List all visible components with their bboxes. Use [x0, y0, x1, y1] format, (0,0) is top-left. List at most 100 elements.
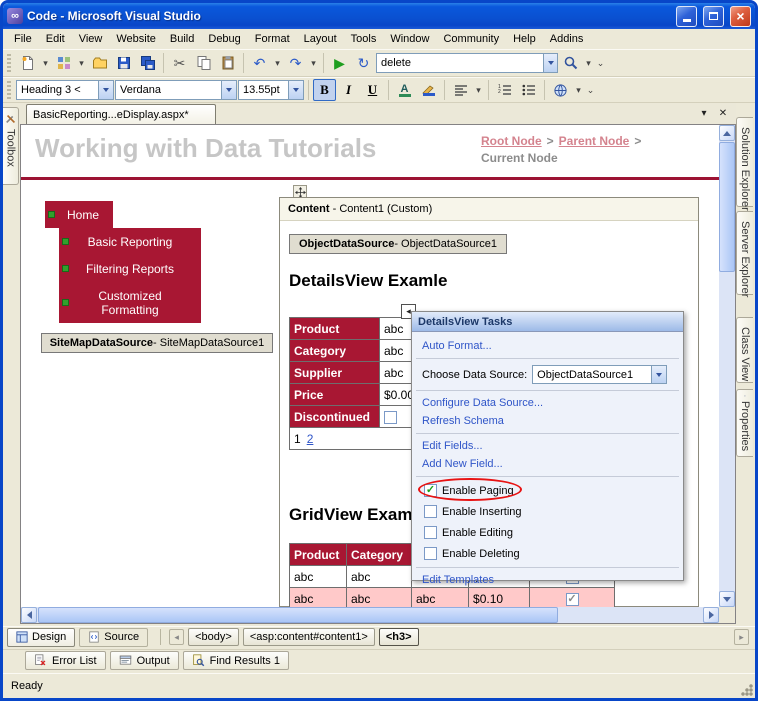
block-format-combo[interactable]: Heading 3 <: [16, 80, 114, 100]
breadcrumb-parent-link[interactable]: Parent Node: [559, 134, 630, 148]
choose-data-source-combo[interactable]: ObjectDataSource1: [532, 365, 668, 384]
sitemap-datasource-control[interactable]: SiteMapDataSource - SiteMapDataSource1: [41, 333, 273, 353]
nav-menu-item-customized-formatting[interactable]: Customized Formatting: [59, 282, 201, 323]
menu-edit[interactable]: Edit: [39, 31, 72, 47]
start-debug-button[interactable]: ▶: [328, 52, 351, 74]
vertical-scroll-thumb[interactable]: [719, 142, 735, 272]
copy-button[interactable]: [192, 52, 215, 74]
undo-button[interactable]: ↶: [248, 52, 271, 74]
menu-file[interactable]: File: [7, 31, 39, 47]
discontinued-checkbox[interactable]: [384, 410, 397, 424]
block-format-dropdown[interactable]: [98, 81, 113, 99]
enable-inserting-checkbox[interactable]: [424, 505, 437, 518]
design-view-button[interactable]: Design: [7, 627, 76, 647]
configure-data-source-link[interactable]: Configure Data Source...: [422, 397, 543, 409]
undo-dropdown[interactable]: ▾: [272, 52, 283, 74]
document-list-button[interactable]: ▾: [696, 105, 712, 121]
new-file-dropdown[interactable]: ▾: [40, 52, 51, 74]
toolbar-overflow[interactable]: ⌄: [595, 52, 606, 74]
enable-editing-checkbox[interactable]: [424, 526, 437, 539]
toolbar-overflow[interactable]: ⌄: [585, 79, 596, 101]
scroll-down-button[interactable]: [719, 591, 735, 607]
menu-view[interactable]: View: [72, 31, 110, 47]
menu-website[interactable]: Website: [109, 31, 163, 47]
redo-dropdown[interactable]: ▾: [308, 52, 319, 74]
font-size-combo[interactable]: 13.55pt: [238, 80, 304, 100]
close-button[interactable]: ×: [730, 5, 751, 27]
tag-scroll-left-button[interactable]: ◂: [169, 629, 185, 645]
minimize-button[interactable]: [676, 5, 697, 27]
maximize-button[interactable]: [703, 5, 724, 27]
tag-body[interactable]: <body>: [188, 628, 239, 646]
cut-button[interactable]: ✂: [168, 52, 191, 74]
menu-tools[interactable]: Tools: [344, 31, 384, 47]
menu-help[interactable]: Help: [506, 31, 543, 47]
discontinued-checkbox[interactable]: ✓: [565, 592, 579, 606]
menu-addins[interactable]: Addins: [543, 31, 591, 47]
document-tab[interactable]: BasicReporting...eDisplay.aspx*: [26, 104, 216, 124]
design-canvas[interactable]: Working with Data Tutorials Root Node > Pa…: [21, 125, 719, 607]
open-file-button[interactable]: [88, 52, 111, 74]
solution-explorer-tab[interactable]: Solution Explorer: [736, 117, 753, 211]
properties-tab[interactable]: Properties: [736, 389, 753, 457]
nav-menu-item-filtering-reports[interactable]: Filtering Reports: [59, 255, 201, 282]
find-combo[interactable]: [376, 53, 558, 73]
object-datasource-control[interactable]: ObjectDataSource - ObjectDataSource1: [289, 234, 507, 254]
nav-menu-item-home[interactable]: Home: [45, 201, 113, 228]
tag-scroll-right-button[interactable]: ▸: [734, 629, 749, 645]
scroll-right-button[interactable]: [703, 607, 719, 623]
find-results-tab[interactable]: Find Results 1: [182, 651, 289, 670]
auto-format-link[interactable]: Auto Format...: [422, 340, 492, 352]
italic-button[interactable]: I: [337, 79, 360, 101]
edit-templates-link[interactable]: Edit Templates: [422, 574, 494, 586]
enable-paging-checkbox[interactable]: ✓: [424, 484, 437, 497]
menu-layout[interactable]: Layout: [297, 31, 344, 47]
tag-h3[interactable]: <h3>: [378, 628, 419, 646]
scroll-up-button[interactable]: [719, 125, 735, 141]
horizontal-scrollbar[interactable]: [21, 607, 719, 623]
alignment-dropdown[interactable]: ▾: [473, 79, 484, 101]
menu-window[interactable]: Window: [383, 31, 436, 47]
add-new-field-link[interactable]: Add New Field...: [422, 458, 503, 470]
font-color-button[interactable]: A: [393, 79, 416, 101]
source-view-button[interactable]: Source: [79, 627, 149, 647]
add-item-button[interactable]: [52, 52, 75, 74]
scroll-left-button[interactable]: [21, 607, 37, 623]
output-tab[interactable]: Output: [109, 651, 179, 670]
edit-fields-link[interactable]: Edit Fields...: [422, 440, 483, 452]
find-combo-dropdown[interactable]: [543, 54, 557, 72]
enable-deleting-checkbox[interactable]: [424, 547, 437, 560]
font-size-dropdown[interactable]: [288, 81, 303, 99]
find-combo-input[interactable]: [377, 54, 544, 72]
server-explorer-tab[interactable]: Server Explorer: [736, 211, 753, 297]
vertical-scrollbar[interactable]: [719, 125, 735, 607]
choose-data-source-dropdown[interactable]: [651, 366, 667, 383]
highlight-button[interactable]: [417, 79, 440, 101]
menu-community[interactable]: Community: [436, 31, 506, 47]
breadcrumb-root-link[interactable]: Root Node: [481, 134, 542, 148]
font-name-combo[interactable]: Verdana: [115, 80, 237, 100]
horizontal-scroll-thumb[interactable]: [38, 607, 558, 623]
nav-menu-item-basic-reporting[interactable]: Basic Reporting: [59, 228, 201, 255]
numbered-list-button[interactable]: 12: [493, 79, 516, 101]
hyperlink-dropdown[interactable]: ▾: [573, 79, 584, 101]
sync-browser-button[interactable]: ↻: [352, 52, 375, 74]
paste-button[interactable]: [216, 52, 239, 74]
class-view-tab[interactable]: Class View: [736, 317, 753, 383]
new-file-button[interactable]: [16, 52, 39, 74]
toolbar-grip[interactable]: [7, 81, 11, 99]
hyperlink-button[interactable]: [549, 79, 572, 101]
toolbar-grip[interactable]: [7, 54, 11, 72]
bold-button[interactable]: B: [313, 79, 336, 101]
alignment-button[interactable]: [449, 79, 472, 101]
find-in-files-button[interactable]: [559, 52, 582, 74]
find-dropdown[interactable]: ▾: [583, 52, 594, 74]
font-name-dropdown[interactable]: [221, 81, 236, 99]
redo-button[interactable]: ↷: [284, 52, 307, 74]
bullet-list-button[interactable]: [517, 79, 540, 101]
underline-button[interactable]: U: [361, 79, 384, 101]
toolbox-tab[interactable]: Toolbox: [3, 107, 19, 185]
menu-build[interactable]: Build: [163, 31, 201, 47]
menu-debug[interactable]: Debug: [201, 31, 247, 47]
add-item-dropdown[interactable]: ▾: [76, 52, 87, 74]
